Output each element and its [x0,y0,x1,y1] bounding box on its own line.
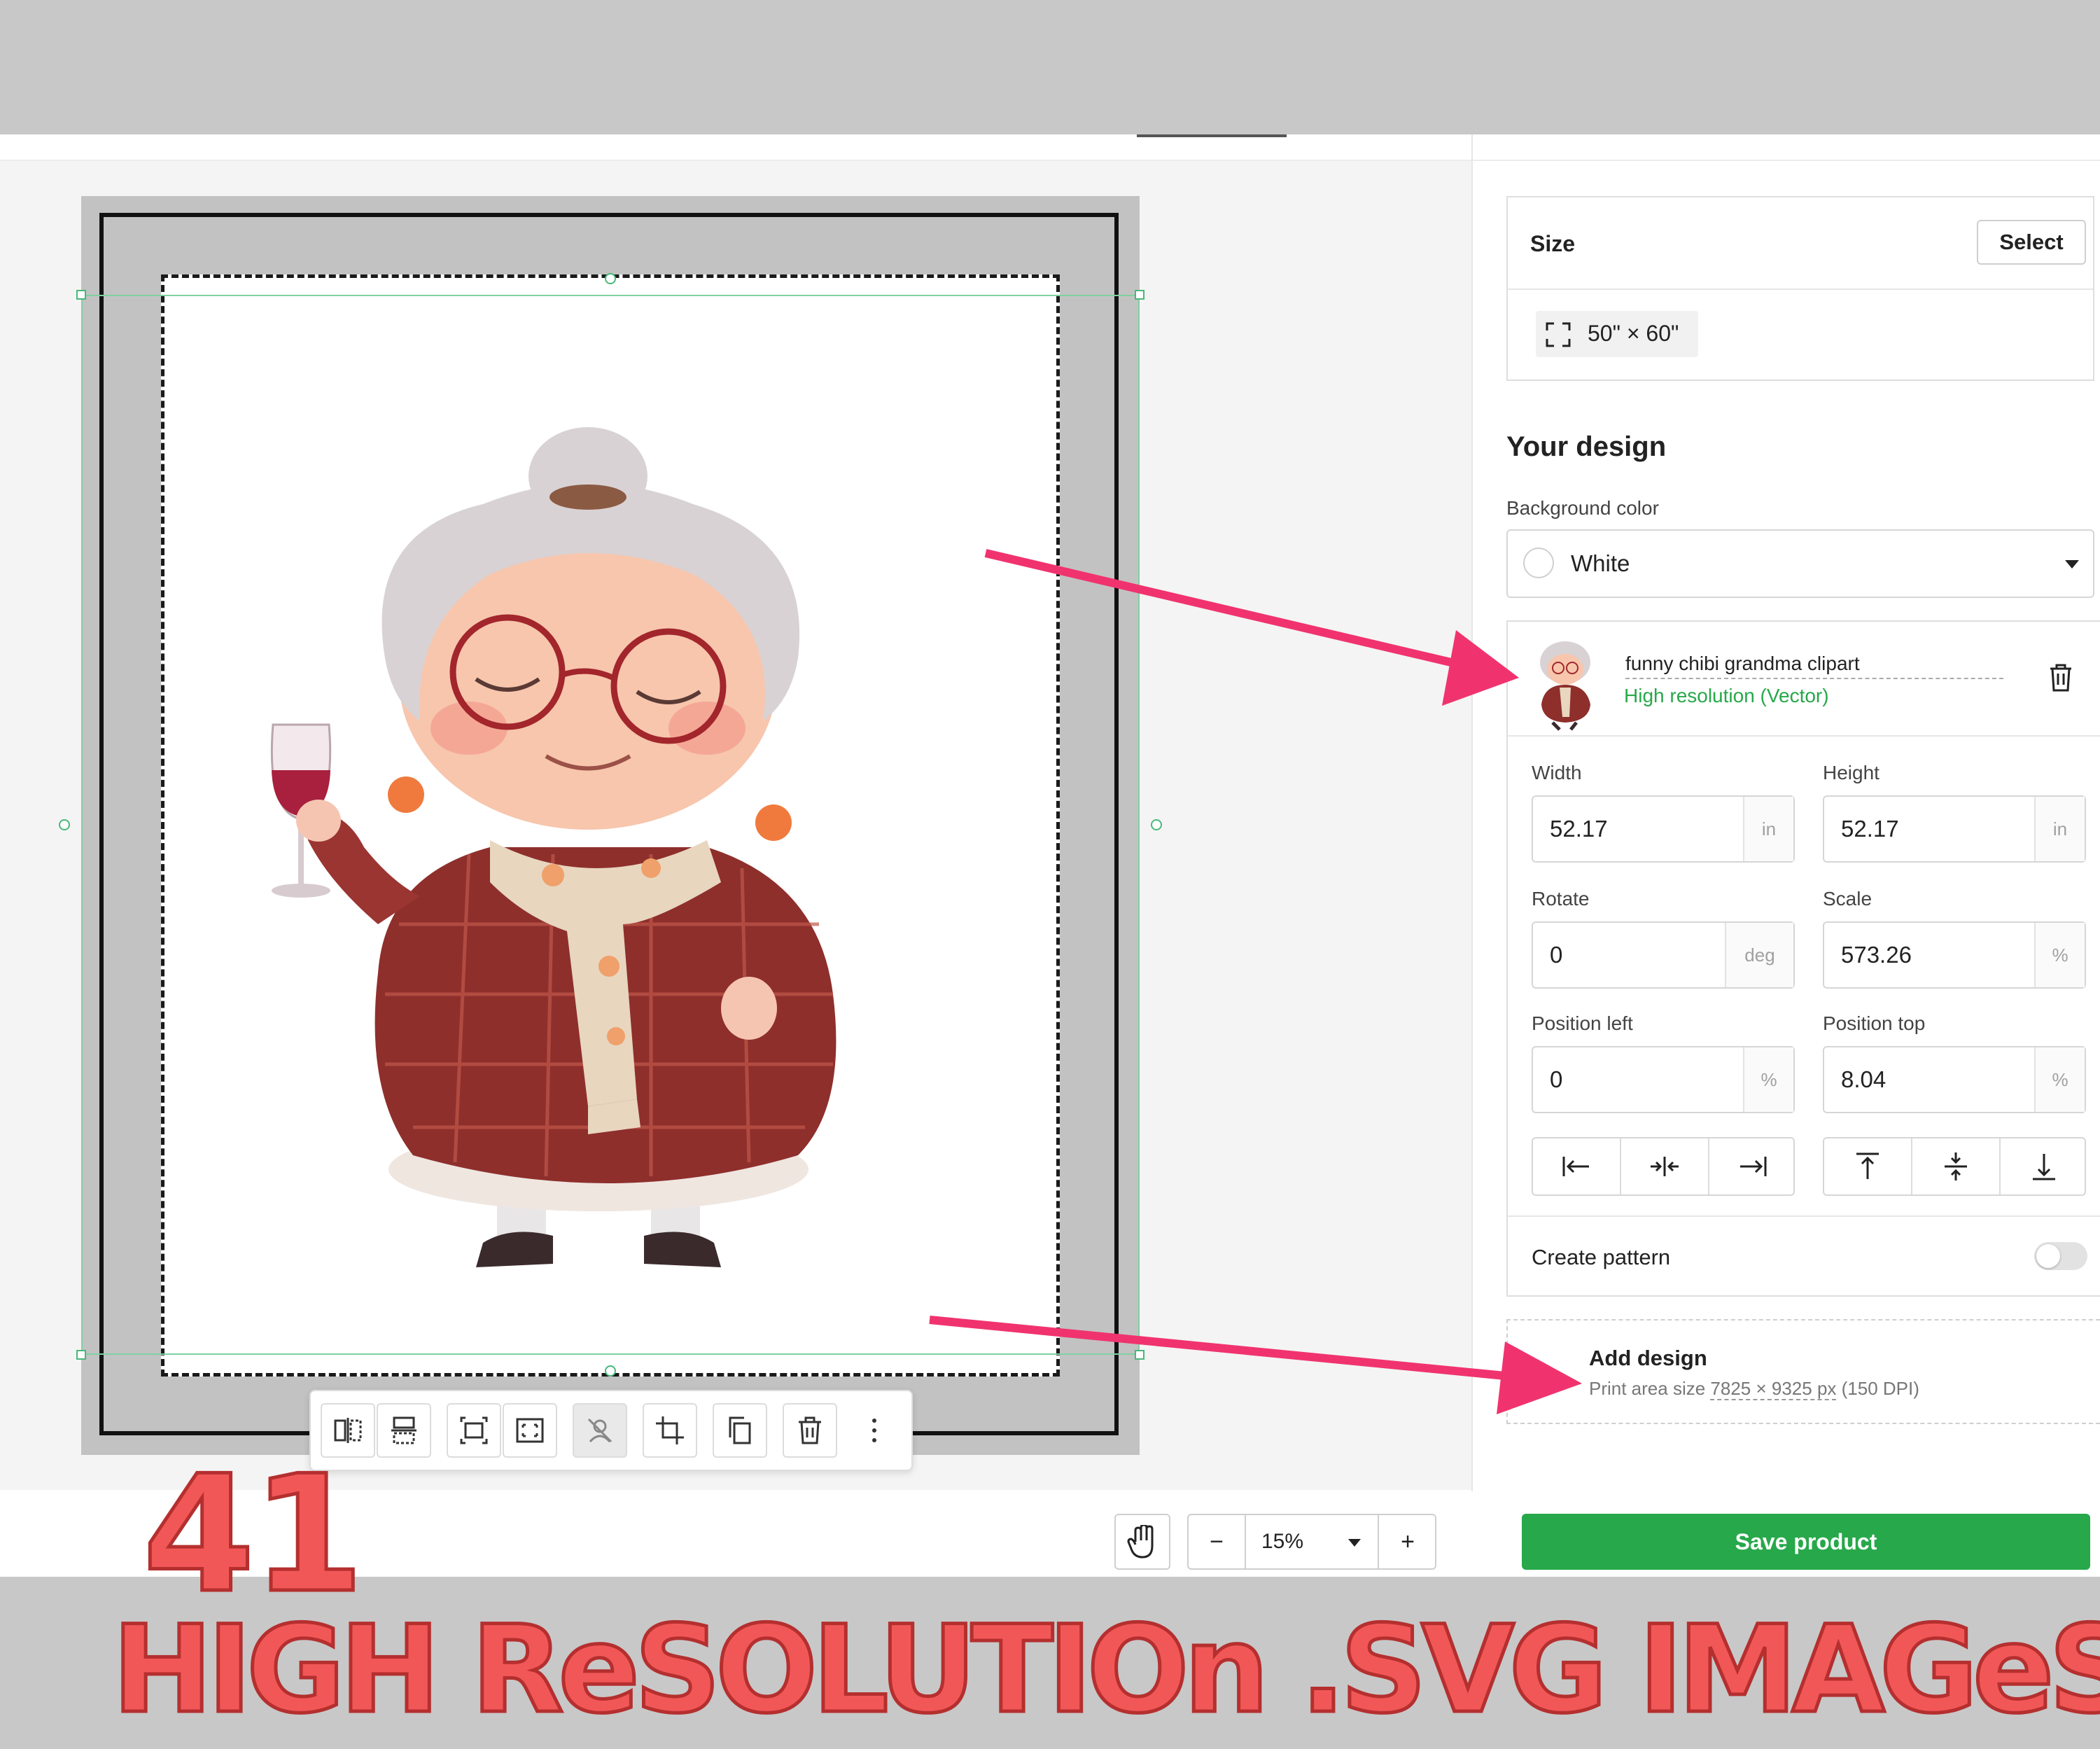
promo-count: 41 [141,1442,365,1629]
arrow-to-add-design [929,1316,1582,1414]
arrow-to-layer [984,549,1519,706]
promo-headline: HIGH ReSOLUTIOn .SVG IMAGeS [111,1599,2100,1740]
